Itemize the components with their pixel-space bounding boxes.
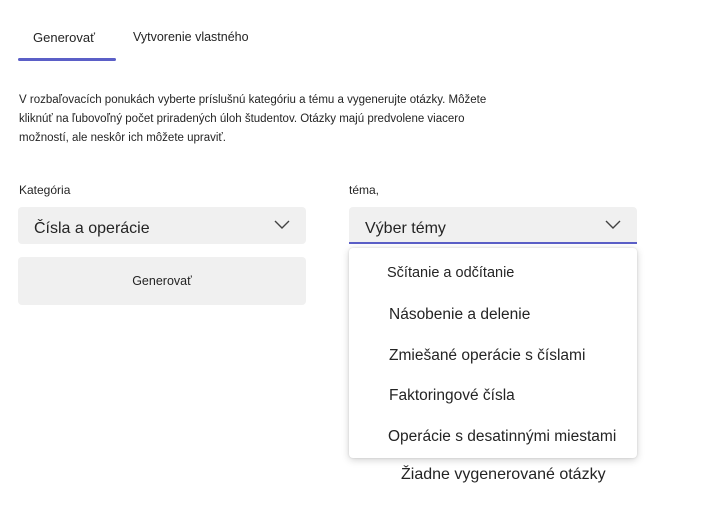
tab-create-custom[interactable]: Vytvorenie vlastného — [133, 30, 249, 44]
category-selected-value: Čísla a operácie — [34, 220, 150, 237]
topic-option-label: Faktoringové čísla — [389, 387, 515, 404]
topic-label: téma, — [349, 183, 380, 197]
topic-option-label: Zmiešané operácie s číslami — [389, 347, 586, 364]
topic-options-menu: Sčítanie a odčítanie Násobenie a delenie… — [349, 248, 637, 458]
topic-dropdown[interactable]: Výber témy — [349, 207, 637, 244]
topic-option-label: Násobenie a delenie — [389, 306, 531, 323]
tab-generate[interactable]: Generovať — [33, 30, 95, 45]
chevron-down-icon — [274, 220, 290, 229]
topic-option[interactable]: Zmiešané operácie s číslami — [349, 337, 637, 375]
empty-state-text: Žiadne vygenerované otázky — [401, 466, 606, 483]
active-tab-indicator — [18, 58, 116, 61]
topic-option-label: Sčítanie a odčítanie — [387, 265, 515, 281]
category-label: Kategória — [19, 183, 71, 197]
chevron-down-icon — [605, 220, 621, 229]
topic-option[interactable]: Násobenie a delenie — [349, 296, 637, 334]
topic-option-label: Operácie s desatinnými miestami — [388, 428, 617, 445]
topic-option[interactable]: Faktoringové čísla — [349, 377, 637, 415]
generate-button[interactable]: Generovať — [18, 257, 306, 305]
question-generator-panel: Generovať Vytvorenie vlastného V rozbaľo… — [0, 0, 726, 520]
topic-option[interactable]: Operácie s desatinnými miestami — [349, 418, 637, 456]
topic-option[interactable]: Sčítanie a odčítanie — [349, 255, 637, 293]
category-dropdown[interactable]: Čísla a operácie — [18, 207, 306, 244]
instructions-text: V rozbaľovacích ponukách vyberte prísluš… — [19, 94, 487, 144]
topic-placeholder: Výber témy — [365, 220, 446, 237]
